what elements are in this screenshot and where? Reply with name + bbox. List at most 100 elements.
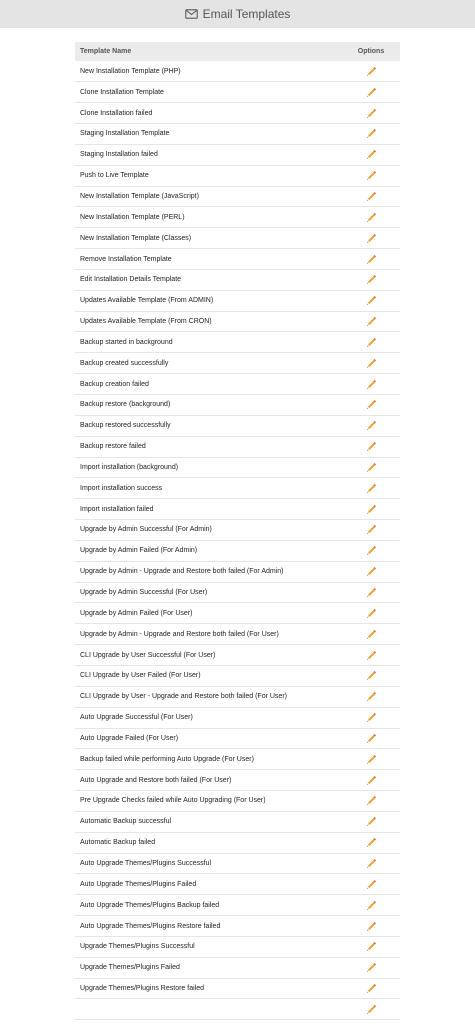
pencil-icon[interactable] (366, 566, 377, 577)
pencil-icon[interactable] (366, 254, 377, 265)
options-cell (342, 499, 400, 520)
options-cell (342, 228, 400, 249)
pencil-icon[interactable] (366, 900, 377, 911)
template-name-cell: Push to Live Template (80, 172, 149, 180)
template-name-cell: New Installation Template (PHP) (80, 67, 181, 75)
template-name-cell: Staging Installation Template (80, 130, 170, 138)
template-name-cell: Backup failed while performing Auto Upgr… (80, 755, 254, 763)
options-cell (342, 978, 400, 999)
pencil-icon[interactable] (366, 441, 377, 452)
pencil-icon[interactable] (366, 629, 377, 640)
pencil-icon[interactable] (366, 587, 377, 598)
options-cell (342, 686, 400, 707)
options-cell (342, 478, 400, 499)
table-row: Import installation failed (75, 499, 400, 520)
pencil-icon[interactable] (366, 379, 377, 390)
pencil-icon[interactable] (366, 837, 377, 848)
pencil-icon[interactable] (366, 87, 377, 98)
template-name-cell: Upgrade by Admin - Upgrade and Restore b… (80, 630, 279, 638)
pencil-icon[interactable] (366, 754, 377, 765)
pencil-icon[interactable] (366, 983, 377, 994)
page-title: Email Templates (202, 7, 291, 21)
pencil-icon[interactable] (366, 962, 377, 973)
options-cell (342, 561, 400, 582)
pencil-icon[interactable] (366, 66, 377, 77)
pencil-icon[interactable] (366, 691, 377, 702)
pencil-icon[interactable] (366, 712, 377, 723)
column-header-template-name: Template Name (75, 42, 342, 61)
options-cell (342, 791, 400, 812)
table-row: Upgrade by Admin Successful (For User) (75, 582, 400, 603)
pencil-icon[interactable] (366, 128, 377, 139)
table-row: Import installation (background) (75, 457, 400, 478)
template-name-cell: Automatic Backup failed (80, 839, 156, 847)
table-row: Upgrade Themes/Plugins Failed (75, 957, 400, 979)
table-row: New Installation Template (JavaScript) (75, 186, 400, 207)
template-name-cell: Auto Upgrade Themes/Plugins Restore fail… (80, 922, 221, 930)
options-cell (342, 853, 400, 874)
options-cell (342, 624, 400, 645)
table-row: Import installation success (75, 478, 400, 499)
pencil-icon[interactable] (366, 670, 377, 681)
pencil-icon[interactable] (366, 504, 377, 515)
template-name-cell: Updates Available Template (From CRON) (80, 318, 212, 326)
table-row: New Installation Template (PERL) (75, 207, 400, 228)
pencil-icon[interactable] (366, 524, 377, 535)
pencil-icon[interactable] (366, 212, 377, 223)
pencil-icon[interactable] (366, 921, 377, 932)
options-cell (342, 749, 400, 770)
template-name-cell: Backup restore (background) (80, 401, 171, 409)
pencil-icon[interactable] (366, 358, 377, 369)
table-row: Edit Installation Details Template (75, 269, 400, 291)
options-cell (342, 457, 400, 478)
table-row: Updates Available Template (From ADMIN) (75, 290, 400, 312)
table-row: Upgrade by Admin - Upgrade and Restore b… (75, 561, 400, 583)
table-row: Upgrade by Admin Successful (For Admin) (75, 520, 400, 541)
options-cell (342, 811, 400, 832)
pencil-icon[interactable] (366, 941, 377, 952)
options-cell (342, 332, 400, 353)
pencil-icon[interactable] (366, 337, 377, 348)
pencil-icon[interactable] (366, 191, 377, 202)
template-name-cell: Import installation failed (80, 505, 154, 513)
pencil-icon[interactable] (366, 170, 377, 181)
template-name-cell: New Installation Template (Classes) (80, 234, 192, 242)
pencil-icon[interactable] (366, 733, 377, 744)
pencil-icon[interactable] (366, 462, 377, 473)
pencil-icon[interactable] (366, 274, 377, 285)
pencil-icon[interactable] (366, 295, 377, 306)
pencil-icon[interactable] (366, 879, 377, 890)
pencil-icon[interactable] (366, 545, 377, 556)
options-cell (342, 124, 400, 145)
template-name-cell: Staging Installation failed (80, 151, 158, 159)
template-name-cell: Backup started in background (80, 338, 173, 346)
options-cell (342, 311, 400, 332)
pencil-icon[interactable] (366, 399, 377, 410)
pencil-icon[interactable] (366, 816, 377, 827)
pencil-icon[interactable] (366, 650, 377, 661)
pencil-icon[interactable] (366, 149, 377, 160)
template-name-cell: Auto Upgrade Failed (For User) (80, 734, 179, 742)
pencil-icon[interactable] (366, 775, 377, 786)
template-name-cell: Clone Installation failed (80, 109, 153, 117)
template-name-cell: Backup restore failed (80, 443, 146, 451)
template-name-cell (75, 999, 342, 1020)
table-row: Staging Installation Template (75, 124, 400, 145)
template-name-cell: Auto Upgrade Themes/Plugins Failed (80, 880, 197, 888)
pencil-icon[interactable] (366, 233, 377, 244)
table-row: Clone Installation failed (75, 103, 400, 124)
table-row: New Installation Template (Classes) (75, 228, 400, 249)
template-name-cell: CLI Upgrade by User - Upgrade and Restor… (80, 693, 287, 701)
pencil-icon[interactable] (366, 608, 377, 619)
options-cell (342, 144, 400, 165)
pencil-icon[interactable] (366, 858, 377, 869)
pencil-icon[interactable] (366, 108, 377, 119)
pencil-icon[interactable] (366, 316, 377, 327)
pencil-icon[interactable] (366, 795, 377, 806)
options-cell (342, 540, 400, 561)
template-name-cell: Import installation (background) (80, 463, 179, 471)
options-cell (342, 186, 400, 207)
pencil-icon[interactable] (366, 1004, 377, 1015)
pencil-icon[interactable] (366, 483, 377, 494)
pencil-icon[interactable] (366, 420, 377, 431)
